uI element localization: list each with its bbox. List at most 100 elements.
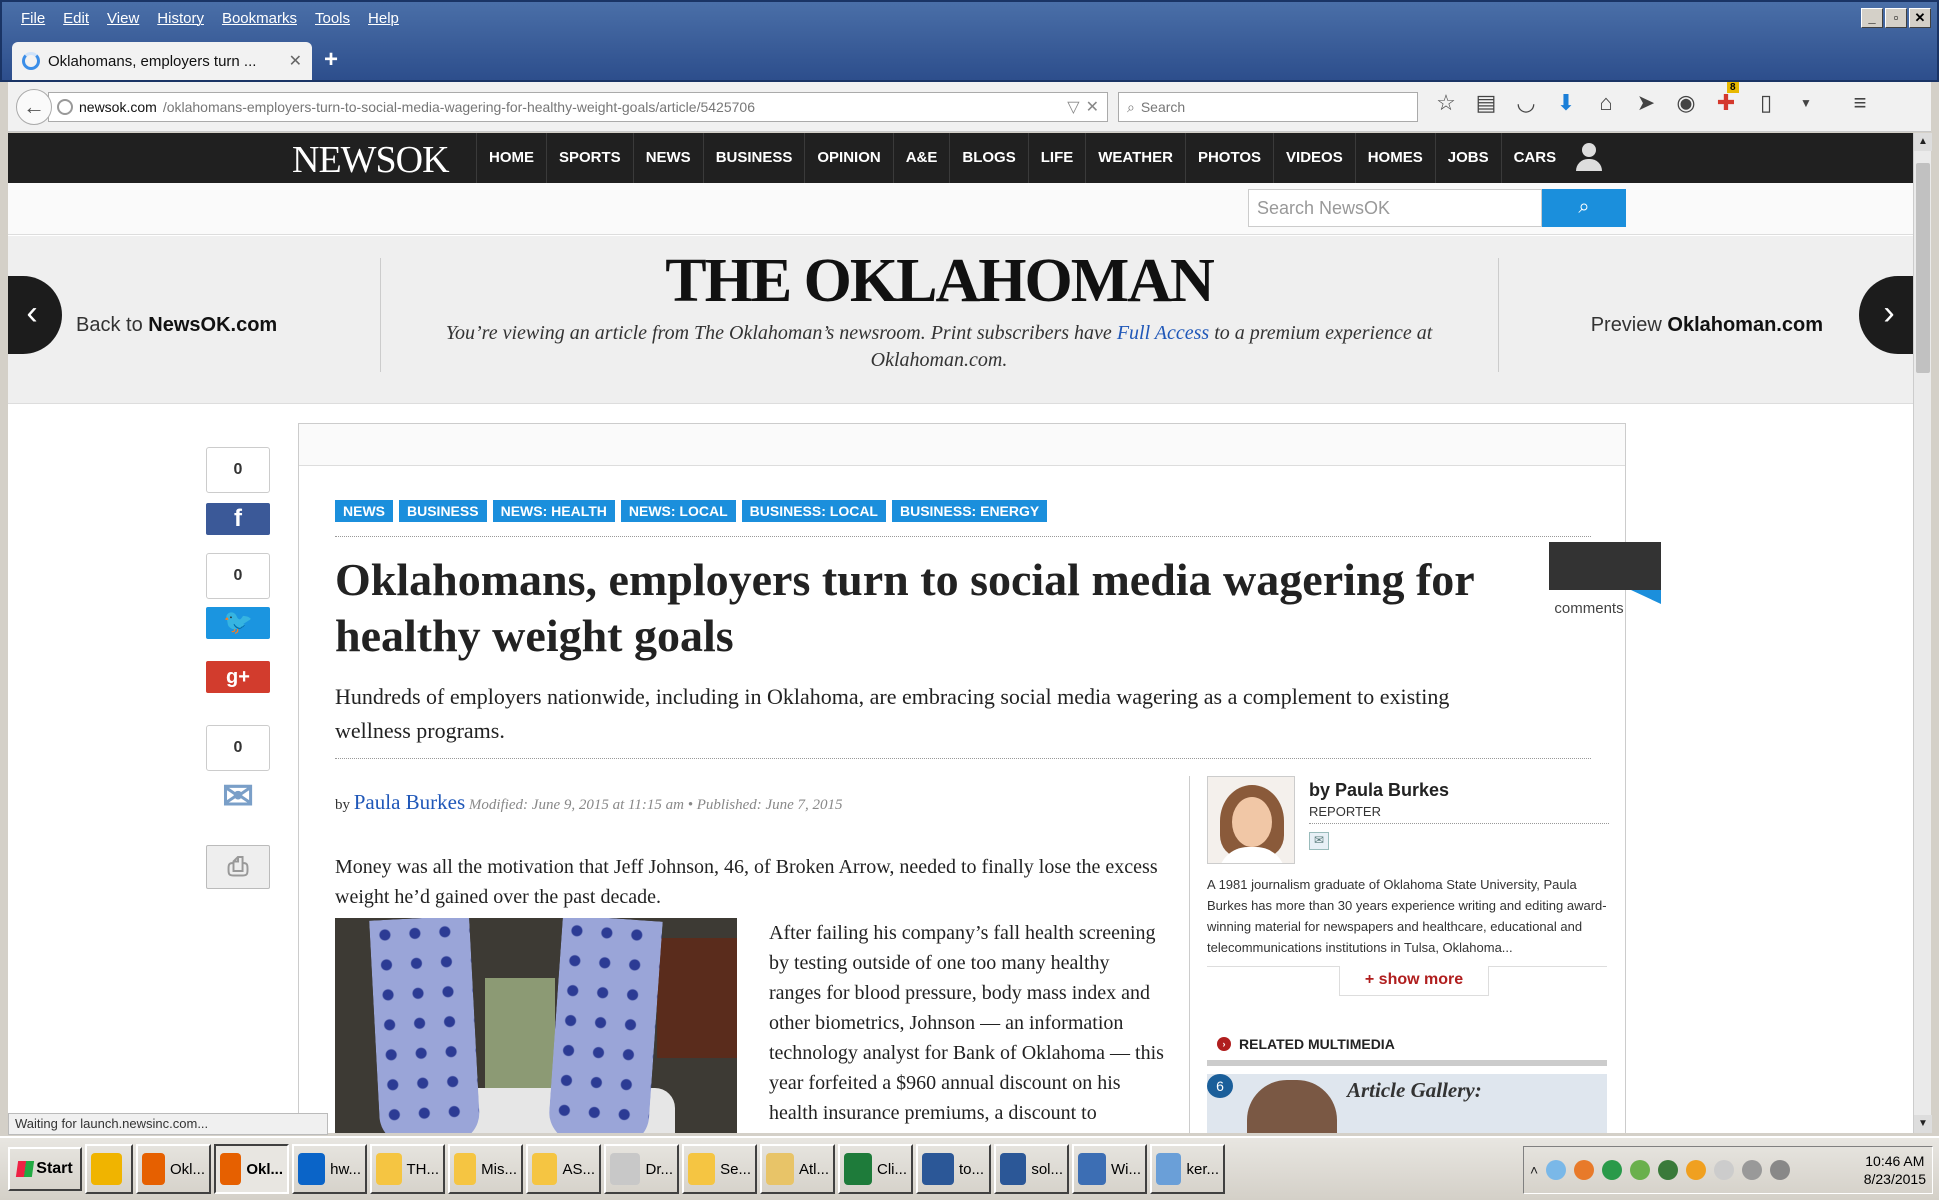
facebook-icon[interactable]: f: [206, 503, 270, 535]
print-icon[interactable]: ⎙: [206, 845, 270, 889]
taskbar-item[interactable]: Cli...: [838, 1144, 913, 1194]
document-icon[interactable]: ▯: [1753, 90, 1779, 116]
menu-help[interactable]: Help: [359, 8, 408, 29]
clipboard-icon[interactable]: ▤: [1473, 90, 1499, 116]
sync-icon[interactable]: [1630, 1160, 1651, 1180]
nav-home[interactable]: HOME: [476, 133, 546, 183]
back-to-newsok-link[interactable]: Back to NewsOK.com: [76, 314, 277, 337]
url-bar[interactable]: newsok.com/oklahomans-employers-turn-to-…: [48, 92, 1108, 122]
tag-business[interactable]: BUSINESS: [399, 500, 487, 522]
nav-sports[interactable]: SPORTS: [546, 133, 633, 183]
nav-life[interactable]: LIFE: [1027, 133, 1086, 183]
network-icon[interactable]: [1546, 1160, 1567, 1180]
chevron-down-icon[interactable]: ▼: [1793, 96, 1819, 110]
minimize-button[interactable]: _: [1861, 8, 1883, 28]
comments-box[interactable]: [1549, 542, 1661, 604]
taskbar-item[interactable]: Okl...: [136, 1144, 211, 1194]
menu-history[interactable]: History: [148, 8, 213, 29]
scroll-up-icon[interactable]: ▲: [1914, 133, 1932, 151]
forward-chevron-icon[interactable]: ›: [1859, 276, 1913, 354]
nav-blogs[interactable]: BLOGS: [949, 133, 1027, 183]
shield-icon[interactable]: [1658, 1160, 1679, 1180]
nav-news[interactable]: NEWS: [632, 133, 703, 183]
taskbar-item[interactable]: Wi...: [1072, 1144, 1147, 1194]
chat-icon[interactable]: ◉: [1673, 90, 1699, 116]
nav-opinion[interactable]: OPINION: [804, 133, 892, 183]
taskbar-item[interactable]: ker...: [1150, 1144, 1225, 1194]
nav-weather[interactable]: WEATHER: [1085, 133, 1185, 183]
app-tray-icon[interactable]: [1602, 1160, 1623, 1180]
twitter-icon[interactable]: 🐦: [206, 607, 270, 639]
envelope-icon[interactable]: ✉: [206, 778, 270, 816]
mail-icon[interactable]: ✉: [1309, 832, 1329, 850]
volume-icon[interactable]: [1770, 1160, 1791, 1180]
dropdown-icon[interactable]: ▽: [1067, 97, 1079, 117]
taskbar-item[interactable]: [85, 1144, 133, 1194]
puzzle-icon[interactable]: ✚ 8: [1713, 82, 1739, 116]
site-search-button[interactable]: ⌕: [1542, 189, 1626, 227]
signal-icon[interactable]: [1742, 1160, 1763, 1180]
nav-videos[interactable]: VIDEOS: [1273, 133, 1355, 183]
pocket-icon[interactable]: ◡: [1513, 90, 1539, 116]
menu-tools[interactable]: Tools: [306, 8, 359, 29]
java-icon[interactable]: [1686, 1160, 1707, 1180]
nav-jobs[interactable]: JOBS: [1434, 133, 1501, 183]
restore-button[interactable]: ▫: [1885, 8, 1907, 28]
nav-cars[interactable]: CARS: [1500, 133, 1569, 183]
author-name[interactable]: by Paula Burkes: [1309, 780, 1449, 801]
start-button[interactable]: Start: [8, 1147, 82, 1191]
taskbar-item[interactable]: Okl...: [214, 1144, 289, 1194]
taskbar-item[interactable]: TH...: [370, 1144, 445, 1194]
taskbar-item[interactable]: to...: [916, 1144, 991, 1194]
tab-close-icon[interactable]: ✕: [289, 51, 302, 71]
menu-bookmarks[interactable]: Bookmarks: [213, 8, 306, 29]
nav-business[interactable]: BUSINESS: [702, 133, 805, 183]
scrollbar[interactable]: ▲ ▼: [1913, 133, 1932, 1133]
taskbar-item[interactable]: AS...: [526, 1144, 601, 1194]
tag-news[interactable]: NEWS: [335, 500, 393, 522]
send-icon[interactable]: ➤: [1633, 90, 1659, 116]
menu-edit[interactable]: Edit: [54, 8, 98, 29]
flag-icon[interactable]: [1714, 1160, 1735, 1180]
browser-search-input[interactable]: ⌕ Search: [1118, 92, 1418, 122]
author-photo[interactable]: [1207, 776, 1295, 864]
show-more-button[interactable]: + show more: [1339, 966, 1489, 996]
author-link[interactable]: Paula Burkes: [354, 790, 465, 814]
nav-photos[interactable]: PHOTOS: [1184, 133, 1273, 183]
browser-tab[interactable]: Oklahomans, employers turn ... ✕: [12, 42, 312, 80]
comments-label[interactable]: comments: [1539, 600, 1639, 617]
taskbar-item[interactable]: hw...: [292, 1144, 367, 1194]
taskbar-item[interactable]: Mis...: [448, 1144, 523, 1194]
scroll-down-icon[interactable]: ▼: [1914, 1115, 1932, 1133]
newsok-logo[interactable]: NEWSOK: [292, 138, 450, 182]
site-search-input[interactable]: Search NewsOK: [1248, 189, 1542, 227]
menu-icon[interactable]: ≡: [1847, 90, 1873, 116]
nav-homes[interactable]: HOMES: [1354, 133, 1435, 183]
chevron-up-icon[interactable]: ˄: [1530, 1162, 1538, 1178]
tag-news-local[interactable]: NEWS: LOCAL: [620, 500, 736, 522]
menu-view[interactable]: View: [98, 8, 148, 29]
back-chevron-icon[interactable]: ‹: [8, 276, 62, 354]
firefox-tray-icon[interactable]: [1574, 1160, 1595, 1180]
scroll-thumb[interactable]: [1916, 163, 1930, 373]
tag-news-health[interactable]: NEWS: HEALTH: [492, 500, 615, 522]
clock[interactable]: 10:46 AM 8/23/2015: [1864, 1152, 1926, 1188]
close-window-button[interactable]: ✕: [1909, 8, 1931, 28]
menu-file[interactable]: File: [12, 8, 54, 29]
taskbar-item[interactable]: Se...: [682, 1144, 757, 1194]
stop-icon[interactable]: ✕: [1086, 97, 1099, 117]
preview-oklahoman-link[interactable]: Preview Oklahoman.com: [1591, 314, 1823, 337]
download-icon[interactable]: ⬇: [1553, 90, 1579, 116]
back-button[interactable]: ←: [16, 89, 52, 125]
star-icon[interactable]: ☆: [1433, 90, 1459, 116]
gallery-card[interactable]: 6 Article Gallery:: [1207, 1074, 1607, 1133]
taskbar-item[interactable]: Dr...: [604, 1144, 679, 1194]
new-tab-button[interactable]: +: [324, 46, 338, 74]
home-icon[interactable]: ⌂: [1593, 90, 1619, 116]
taskbar-item[interactable]: sol...: [994, 1144, 1069, 1194]
full-access-link[interactable]: Full Access: [1117, 322, 1209, 344]
nav-ae[interactable]: A&E: [892, 133, 950, 183]
tag-business-local[interactable]: BUSINESS: LOCAL: [741, 500, 886, 522]
tag-business-energy[interactable]: BUSINESS: ENERGY: [891, 500, 1048, 522]
user-icon[interactable]: [1576, 143, 1602, 173]
